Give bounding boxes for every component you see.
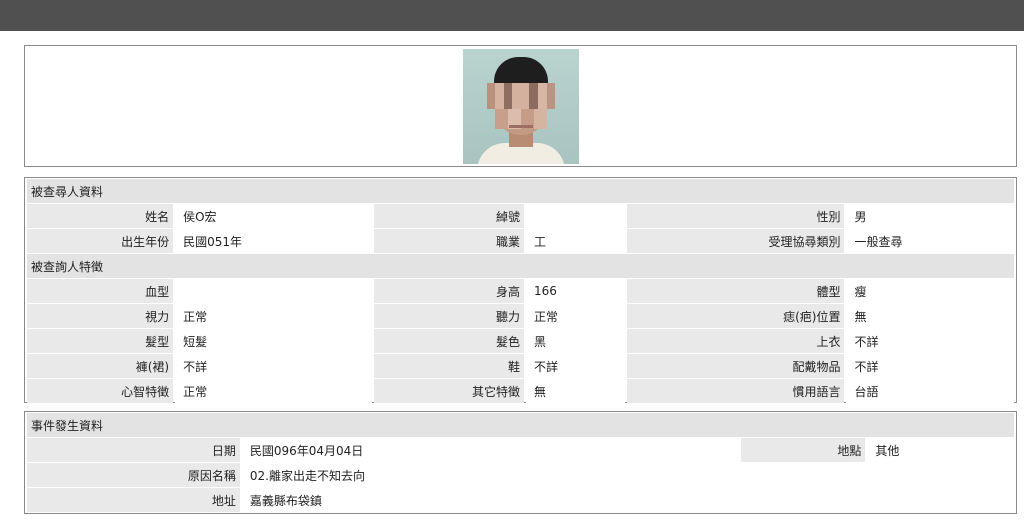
feature-value: 正常 [175, 379, 372, 403]
date-value: 民國096年04月04日 [241, 438, 739, 462]
feature-value: 無 [526, 379, 626, 403]
search-category-value: 一般查尋 [846, 229, 1014, 253]
feature-value: 無 [846, 304, 1014, 328]
feature-row: 視力 正常 聽力 正常 痣(疤)位置 無 [27, 304, 1014, 328]
feature-label: 血型 [27, 279, 174, 303]
place-value: 其他 [867, 438, 1014, 462]
feature-value [175, 279, 372, 303]
feature-label: 配戴物品 [627, 354, 845, 378]
feature-value: 不詳 [846, 329, 1014, 353]
feature-label: 上衣 [627, 329, 845, 353]
feature-label: 體型 [627, 279, 845, 303]
feature-label: 髮色 [373, 329, 524, 353]
feature-value: 正常 [526, 304, 626, 328]
features-section-title: 被查詢人特徵 [27, 254, 1014, 278]
person-info-section: 被查尋人資料 姓名 侯O宏 綽號 性別 男 出生年份 民國051年 職業 工 受… [24, 177, 1017, 403]
feature-value: 黑 [526, 329, 626, 353]
search-category-label: 受理協尋類別 [627, 229, 845, 253]
birth-year-label: 出生年份 [27, 229, 174, 253]
event-section-title: 事件發生資料 [27, 413, 1014, 437]
nickname-label: 綽號 [373, 204, 524, 228]
gender-value: 男 [846, 204, 1014, 228]
feature-label: 慣用語言 [627, 379, 845, 403]
feature-row: 髮型 短髮 髮色 黑 上衣 不詳 [27, 329, 1014, 353]
feature-value: 不詳 [846, 354, 1014, 378]
feature-value: 瘦 [846, 279, 1014, 303]
feature-label: 心智特徵 [27, 379, 174, 403]
feature-value: 166 [526, 279, 626, 303]
profile-section-title: 被查尋人資料 [27, 179, 1014, 203]
event-info-table: 事件發生資料 日期 民國096年04月04日 地點 其他 原因名稱 02.離家出… [25, 412, 1016, 513]
reason-value: 02.離家出走不知去向 [241, 463, 1014, 487]
feature-value: 短髮 [175, 329, 372, 353]
person-photo [463, 49, 579, 164]
feature-label: 鞋 [373, 354, 524, 378]
feature-row: 褲(裙) 不詳 鞋 不詳 配戴物品 不詳 [27, 354, 1014, 378]
gender-label: 性別 [627, 204, 845, 228]
feature-row: 血型 身高 166 體型 瘦 [27, 279, 1014, 303]
feature-label: 身高 [373, 279, 524, 303]
photo-panel [24, 45, 1017, 167]
person-info-table: 被查尋人資料 姓名 侯O宏 綽號 性別 男 出生年份 民國051年 職業 工 受… [25, 178, 1016, 404]
feature-label: 髮型 [27, 329, 174, 353]
feature-value: 台語 [846, 379, 1014, 403]
reason-label: 原因名稱 [27, 463, 240, 487]
feature-value: 不詳 [175, 354, 372, 378]
top-bar [0, 0, 1024, 31]
name-value: 侯O宏 [175, 204, 372, 228]
feature-label: 其它特徵 [373, 379, 524, 403]
feature-value: 不詳 [526, 354, 626, 378]
name-label: 姓名 [27, 204, 174, 228]
occupation-value: 工 [526, 229, 626, 253]
feature-label: 聽力 [373, 304, 524, 328]
birth-year-value: 民國051年 [175, 229, 372, 253]
feature-row: 心智特徵 正常 其它特徵 無 慣用語言 台語 [27, 379, 1014, 403]
date-label: 日期 [27, 438, 240, 462]
event-info-section: 事件發生資料 日期 民國096年04月04日 地點 其他 原因名稱 02.離家出… [24, 411, 1017, 514]
occupation-label: 職業 [373, 229, 524, 253]
address-value: 嘉義縣布袋鎮 [241, 488, 1014, 512]
place-label: 地點 [740, 438, 866, 462]
feature-label: 視力 [27, 304, 174, 328]
nickname-value [526, 204, 626, 228]
feature-label: 痣(疤)位置 [627, 304, 845, 328]
feature-value: 正常 [175, 304, 372, 328]
address-label: 地址 [27, 488, 240, 512]
feature-label: 褲(裙) [27, 354, 174, 378]
